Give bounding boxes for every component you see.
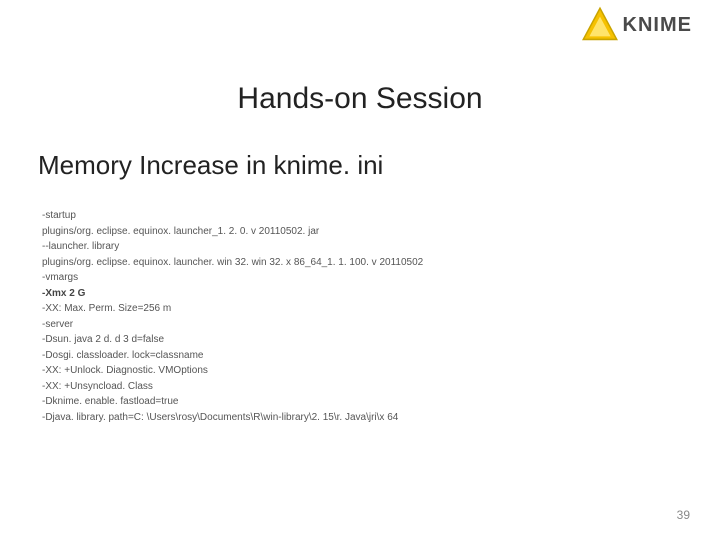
ini-line: -startup bbox=[42, 208, 678, 224]
knime-triangle-icon bbox=[581, 6, 619, 44]
ini-code-block: -startup plugins/org. eclipse. equinox. … bbox=[42, 208, 678, 425]
brand-name: KNIME bbox=[623, 14, 692, 37]
ini-line: -XX: Max. Perm. Size=256 m bbox=[42, 301, 678, 317]
ini-line: plugins/org. eclipse. equinox. launcher_… bbox=[42, 224, 678, 240]
ini-line: -Djava. library. path=C: \Users\rosy\Doc… bbox=[42, 410, 678, 426]
ini-line: -Dknime. enable. fastload=true bbox=[42, 394, 678, 410]
ini-line: -vmargs bbox=[42, 270, 678, 286]
ini-line: plugins/org. eclipse. equinox. launcher.… bbox=[42, 255, 678, 271]
ini-line: --launcher. library bbox=[42, 239, 678, 255]
slide-title: Hands-on Session bbox=[0, 82, 720, 116]
slide-subtitle: Memory Increase in knime. ini bbox=[38, 150, 383, 181]
ini-line: -Dosgi. classloader. lock=classname bbox=[42, 348, 678, 364]
ini-line-highlight: -Xmx 2 G bbox=[42, 286, 678, 302]
ini-line: -XX: +Unsyncload. Class bbox=[42, 379, 678, 395]
brand-logo: KNIME bbox=[581, 6, 692, 44]
page-number: 39 bbox=[677, 508, 690, 522]
ini-line: -server bbox=[42, 317, 678, 333]
ini-line: -Dsun. java 2 d. d 3 d=false bbox=[42, 332, 678, 348]
ini-line: -XX: +Unlock. Diagnostic. VMOptions bbox=[42, 363, 678, 379]
